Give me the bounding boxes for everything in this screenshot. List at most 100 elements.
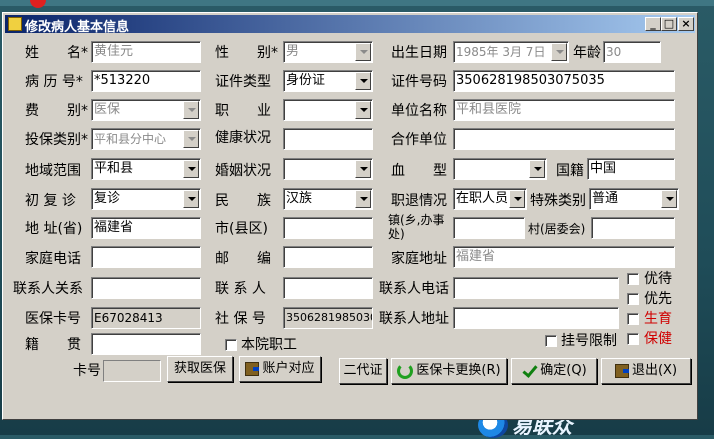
second-gen-id-button[interactable]: 二代证 [339, 358, 387, 384]
priority-first-label: 优先 [644, 291, 672, 307]
age-field[interactable]: 30 [603, 41, 661, 63]
ethnic-label: 民 族 [215, 193, 271, 209]
retire-label: 职退情况 [391, 193, 447, 209]
insure-cat-select[interactable]: 平和县分中心 [91, 128, 201, 150]
minimize-button[interactable]: _ [645, 17, 661, 31]
record-no-label: 病 历 号* [25, 74, 83, 90]
region-select[interactable]: 平和县 [91, 158, 201, 180]
social-no-label: 社 保 号 [215, 311, 266, 327]
ethnic-select[interactable]: 汉族 [283, 188, 373, 210]
fee-type-select[interactable]: 医保 [91, 99, 201, 121]
chevron-down-icon [529, 160, 545, 178]
name-label: 姓 名* [25, 45, 88, 61]
name-field[interactable]: 黄佳元 [91, 41, 201, 63]
id-type-select[interactable]: 身份证 [283, 70, 373, 92]
id-no-field[interactable]: 350628198503075035 [453, 70, 675, 92]
confirm-label: 确定(Q) [540, 363, 587, 378]
province-field[interactable]: 福建省 [91, 217, 201, 239]
contact-addr-field[interactable] [453, 307, 619, 329]
birth-value: 1985年 3月 7日 [456, 45, 546, 59]
exit-door-icon [614, 363, 629, 378]
health-field[interactable] [283, 128, 373, 150]
social-no-field[interactable]: 350628198503075035 [283, 307, 373, 329]
chevron-down-icon [551, 43, 567, 61]
nationality-field[interactable]: 中国 [587, 158, 675, 180]
id-type-value: 身份证 [286, 73, 326, 88]
home-phone-field[interactable] [91, 246, 201, 268]
retire-value: 在职人员 [456, 191, 509, 206]
home-addr-field[interactable]: 福建省 [453, 246, 675, 268]
card-no-field[interactable] [103, 360, 161, 382]
chevron-down-icon [183, 190, 199, 208]
home-phone-label: 家庭电话 [25, 251, 81, 267]
id-no-label: 证件号码 [391, 74, 447, 90]
chevron-down-icon [355, 43, 371, 61]
account-match-button[interactable]: 账户对应 [239, 356, 321, 382]
priority-first-checkbox[interactable] [627, 293, 639, 305]
contact-phone-field[interactable] [453, 277, 619, 299]
special-value: 普通 [592, 191, 619, 206]
ethnic-value: 汉族 [286, 191, 313, 206]
marital-select[interactable] [283, 158, 373, 180]
chevron-down-icon [355, 101, 371, 119]
home-addr-label: 家庭地址 [391, 251, 447, 267]
chevron-down-icon [183, 130, 199, 148]
card-replace-label: 医保卡更换(R) [416, 363, 501, 378]
visit-select[interactable]: 复诊 [91, 188, 201, 210]
gender-label: 性 别* [215, 45, 278, 61]
registration-limit-checkbox[interactable] [545, 335, 557, 347]
fee-type-value: 医保 [94, 102, 121, 117]
chevron-down-icon [183, 101, 199, 119]
health-care-checkbox[interactable] [627, 333, 639, 345]
city-label: 市(县区) [215, 221, 268, 237]
contact-field[interactable] [283, 277, 373, 299]
coop-unit-field[interactable] [453, 128, 675, 150]
maternity-checkbox[interactable] [627, 313, 639, 325]
priority-wait-checkbox[interactable] [627, 273, 639, 285]
native-field[interactable] [91, 333, 201, 355]
employer-field[interactable]: 平和县医院 [453, 99, 675, 121]
maximize-button[interactable]: □ [661, 17, 677, 31]
postcode-field[interactable] [283, 246, 373, 268]
blood-select[interactable] [453, 158, 547, 180]
gender-select[interactable]: 男 [283, 41, 373, 63]
city-field[interactable] [283, 217, 373, 239]
coop-unit-label: 合作单位 [391, 132, 447, 148]
visit-label: 初 复 诊 [25, 193, 76, 209]
exit-button[interactable]: 退出(X) [601, 358, 691, 384]
exit-door-icon [245, 361, 260, 376]
village-field[interactable] [591, 217, 675, 239]
chevron-down-icon [355, 190, 371, 208]
health-care-label: 保健 [644, 331, 672, 347]
contact-addr-label: 联系人地址 [379, 311, 449, 327]
chevron-down-icon [183, 160, 199, 178]
refresh-icon [397, 362, 414, 379]
town-field[interactable] [453, 217, 525, 239]
confirm-button[interactable]: 确定(Q) [511, 358, 597, 384]
staff-checkbox[interactable] [225, 339, 237, 351]
occupation-label: 职 业 [215, 103, 271, 119]
window-icon [8, 17, 22, 31]
postcode-label: 邮 编 [215, 251, 271, 267]
birth-date-picker[interactable]: 1985年 3月 7日 [453, 41, 569, 63]
province-label: 地 址(省) [25, 221, 83, 237]
special-select[interactable]: 普通 [589, 188, 679, 210]
occupation-select[interactable] [283, 99, 373, 121]
get-insurance-button[interactable]: 获取医保 [167, 356, 233, 382]
chevron-down-icon [355, 72, 371, 90]
window-title: 修改病人基本信息 [25, 20, 130, 35]
contact-rel-label: 联系人关系 [13, 281, 83, 297]
retire-select[interactable]: 在职人员 [453, 188, 527, 210]
close-button[interactable]: × [678, 17, 694, 31]
record-no-field[interactable]: *513220 [91, 70, 201, 92]
contact-rel-field[interactable] [91, 277, 201, 299]
priority-wait-label: 优待 [644, 271, 672, 287]
insure-card-field[interactable]: E67028413 [91, 307, 201, 329]
title-bar: 修改病人基本信息 _ □ × [5, 15, 695, 35]
village-label: 村(居委会) [528, 222, 586, 236]
maternity-label: 生育 [644, 311, 672, 327]
employer-label: 单位名称 [391, 103, 447, 119]
region-label: 地域范围 [25, 163, 81, 179]
card-replace-button[interactable]: 医保卡更换(R) [391, 358, 507, 384]
nationality-label: 国籍 [556, 163, 584, 179]
